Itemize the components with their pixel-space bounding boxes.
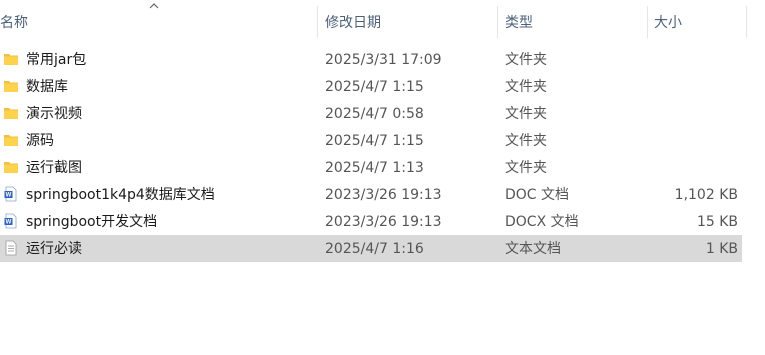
file-name: 运行必读 bbox=[26, 241, 82, 257]
file-modified-date: 2025/3/31 17:09 bbox=[325, 52, 442, 68]
column-date-header[interactable]: 修改日期 bbox=[325, 12, 381, 32]
file-size: 1,102 KB bbox=[674, 187, 738, 203]
folder-icon bbox=[3, 159, 19, 175]
file-size: 15 KB bbox=[696, 214, 738, 230]
file-modified-date: 2025/4/7 1:15 bbox=[325, 79, 424, 95]
file-name: springboot开发文档 bbox=[26, 214, 158, 230]
column-header: 名称 修改日期 类型 大小 bbox=[0, 0, 765, 40]
sort-ascending-icon[interactable] bbox=[149, 2, 159, 10]
file-type: 文本文档 bbox=[505, 241, 561, 257]
folder-icon bbox=[3, 78, 19, 94]
file-row[interactable]: 运行截图 2025/4/7 1:13 文件夹 bbox=[0, 154, 742, 181]
file-type: DOC 文档 bbox=[505, 187, 570, 203]
column-divider[interactable] bbox=[647, 6, 648, 38]
file-name: 数据库 bbox=[26, 79, 68, 95]
column-divider[interactable] bbox=[497, 6, 498, 38]
file-modified-date: 2023/3/26 19:13 bbox=[325, 214, 442, 230]
file-modified-date: 2025/4/7 1:16 bbox=[325, 241, 424, 257]
file-type: 文件夹 bbox=[505, 133, 547, 149]
file-modified-date: 2025/4/7 0:58 bbox=[325, 106, 424, 122]
svg-text:W: W bbox=[6, 220, 12, 226]
folder-icon bbox=[3, 51, 19, 67]
file-name: 演示视频 bbox=[26, 106, 82, 122]
file-name: 运行截图 bbox=[26, 160, 82, 176]
file-row[interactable]: 演示视频 2025/4/7 0:58 文件夹 bbox=[0, 100, 742, 127]
folder-icon bbox=[3, 132, 19, 148]
column-size-header[interactable]: 大小 bbox=[654, 12, 682, 32]
file-row[interactable]: Wspringboot开发文档 2023/3/26 19:13 DOCX 文档 15 … bbox=[0, 208, 742, 235]
word-doc-icon: W bbox=[3, 213, 19, 229]
folder-icon bbox=[3, 105, 19, 121]
file-row[interactable]: 常用jar包 2025/3/31 17:09 文件夹 bbox=[0, 46, 742, 73]
column-divider[interactable] bbox=[746, 6, 747, 38]
file-type: DOCX 文档 bbox=[505, 214, 579, 230]
column-type-header[interactable]: 类型 bbox=[505, 12, 533, 32]
file-name: springboot1k4p4数据库文档 bbox=[26, 187, 215, 203]
file-name: 源码 bbox=[26, 133, 54, 149]
file-row[interactable]: 数据库 2025/4/7 1:15 文件夹 bbox=[0, 73, 742, 100]
file-name: 常用jar包 bbox=[26, 52, 87, 68]
column-name-header[interactable]: 名称 bbox=[0, 12, 28, 32]
file-modified-date: 2025/4/7 1:15 bbox=[325, 133, 424, 149]
file-modified-date: 2023/3/26 19:13 bbox=[325, 187, 442, 203]
column-divider[interactable] bbox=[317, 6, 318, 38]
file-type: 文件夹 bbox=[505, 160, 547, 176]
file-type: 文件夹 bbox=[505, 106, 547, 122]
file-type: 文件夹 bbox=[505, 52, 547, 68]
file-type: 文件夹 bbox=[505, 79, 547, 95]
file-row[interactable]: 运行必读 2025/4/7 1:16 文本文档 1 KB bbox=[0, 235, 742, 262]
file-row[interactable]: Wspringboot1k4p4数据库文档 2023/3/26 19:13 DOC … bbox=[0, 181, 742, 208]
svg-text:W: W bbox=[6, 193, 12, 199]
word-doc-icon: W bbox=[3, 186, 19, 202]
file-row[interactable]: 源码 2025/4/7 1:15 文件夹 bbox=[0, 127, 742, 154]
text-file-icon bbox=[3, 240, 19, 256]
file-size: 1 KB bbox=[705, 241, 738, 257]
file-modified-date: 2025/4/7 1:13 bbox=[325, 160, 424, 176]
